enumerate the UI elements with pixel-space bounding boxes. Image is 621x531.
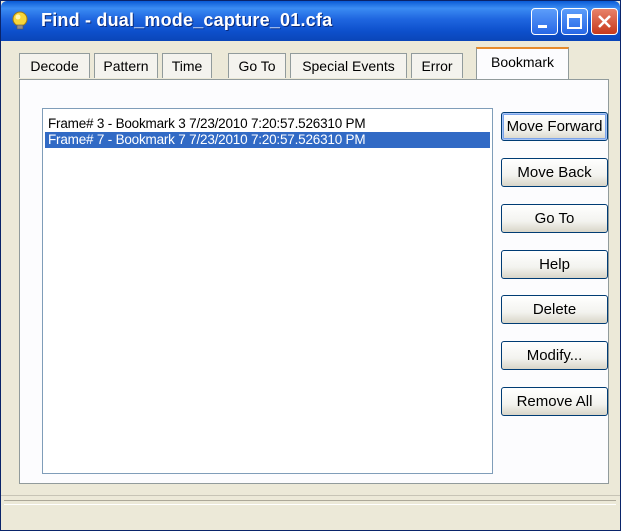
find-dialog-window: Find - dual_mode_capture_01.cfa Decode P… bbox=[0, 0, 621, 531]
tab-time[interactable]: Time bbox=[162, 53, 212, 78]
bookmark-list[interactable]: Frame# 3 - Bookmark 3 7/23/2010 7:20:57.… bbox=[42, 108, 493, 474]
tab-decode[interactable]: Decode bbox=[19, 53, 90, 78]
status-bar bbox=[1, 495, 620, 530]
bookmark-tab-panel: Frame# 3 - Bookmark 3 7/23/2010 7:20:57.… bbox=[19, 79, 609, 484]
move-forward-button[interactable]: Move Forward bbox=[501, 112, 608, 141]
tab-special-events[interactable]: Special Events bbox=[290, 53, 407, 78]
move-back-button[interactable]: Move Back bbox=[501, 158, 608, 187]
close-icon bbox=[598, 15, 611, 28]
maximize-icon bbox=[567, 14, 582, 29]
minimize-icon bbox=[538, 25, 547, 28]
window-title: Find - dual_mode_capture_01.cfa bbox=[41, 10, 333, 30]
delete-button[interactable]: Delete bbox=[501, 295, 608, 324]
modify-button[interactable]: Modify... bbox=[501, 341, 608, 370]
close-button[interactable] bbox=[591, 8, 618, 35]
maximize-button[interactable] bbox=[561, 8, 588, 35]
tab-pattern[interactable]: Pattern bbox=[94, 53, 158, 78]
help-button[interactable]: Help bbox=[501, 250, 608, 279]
title-bar[interactable]: Find - dual_mode_capture_01.cfa bbox=[1, 1, 620, 41]
minimize-button[interactable] bbox=[531, 8, 558, 35]
go-to-button[interactable]: Go To bbox=[501, 204, 608, 233]
list-item[interactable]: Frame# 3 - Bookmark 3 7/23/2010 7:20:57.… bbox=[45, 116, 490, 132]
tab-error[interactable]: Error bbox=[411, 53, 463, 78]
lightbulb-icon bbox=[11, 11, 29, 31]
tab-bookmark[interactable]: Bookmark bbox=[476, 47, 569, 79]
status-bar-divider bbox=[4, 500, 616, 505]
tab-go-to[interactable]: Go To bbox=[228, 53, 286, 78]
remove-all-button[interactable]: Remove All bbox=[501, 387, 608, 416]
list-item-selected[interactable]: Frame# 7 - Bookmark 7 7/23/2010 7:20:57.… bbox=[45, 132, 490, 148]
